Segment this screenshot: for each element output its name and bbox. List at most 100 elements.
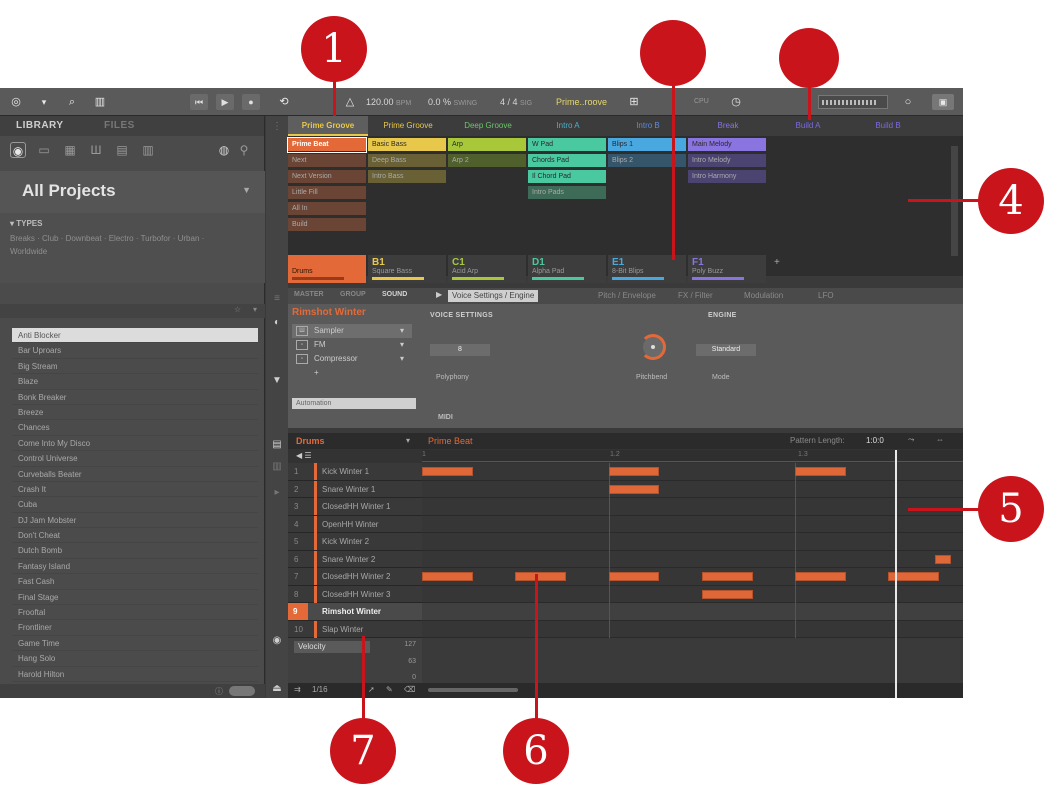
step-grid[interactable] xyxy=(422,463,963,638)
note-event[interactable] xyxy=(608,467,660,476)
project-list-item[interactable]: Fast Cash xyxy=(12,574,258,590)
note-event[interactable] xyxy=(422,572,473,581)
instrument-filter-icon[interactable]: Ш xyxy=(88,142,104,158)
project-list-item[interactable]: Come Into My Disco xyxy=(12,436,258,452)
effect-filter-icon[interactable]: ▤ xyxy=(114,142,130,158)
project-list-item[interactable]: Game Time xyxy=(12,636,258,652)
settings-icon[interactable]: ○ xyxy=(900,94,916,110)
sampling-icon[interactable]: ▥ xyxy=(270,460,284,474)
pattern-clip[interactable]: Main Melody xyxy=(688,138,766,152)
pattern-clip[interactable]: All In xyxy=(288,202,366,216)
keyboard-view-icon[interactable]: ▣ xyxy=(932,94,954,110)
keyboard-mode-icon[interactable]: ▸ xyxy=(270,486,284,500)
pattern-clip[interactable]: Intro Bass xyxy=(368,170,446,184)
scene-slot[interactable]: Intro A xyxy=(528,116,608,136)
project-list-item[interactable]: DJ Jam Mobster xyxy=(12,513,258,529)
play-button[interactable]: ▶ xyxy=(216,94,234,110)
project-list-item[interactable]: Fantasy Island xyxy=(12,559,258,575)
sound-slot[interactable]: 7 ClosedHH Winter 2 xyxy=(288,568,422,586)
project-list-item[interactable]: Big Stream xyxy=(12,359,258,375)
plugin-strip-icon[interactable]: ≡ xyxy=(270,292,284,306)
project-list-item[interactable]: Control Universe xyxy=(12,451,258,467)
metronome-icon[interactable]: △ xyxy=(342,94,358,110)
sound-filter-icon[interactable]: ▦ xyxy=(62,142,78,158)
sound-slot[interactable]: 10 Slap Winter xyxy=(288,620,422,638)
project-list-item[interactable]: Harold Hilton xyxy=(12,667,258,682)
velocity-lane-icon[interactable]: ◉ xyxy=(270,634,284,648)
collapse-icon[interactable]: ⏏ xyxy=(270,682,284,696)
swing-value[interactable]: 0.0 % SWING xyxy=(428,94,477,110)
chevron-down-icon[interactable]: ▾ xyxy=(36,94,52,110)
tab-library[interactable]: LIBRARY xyxy=(16,120,64,131)
sound-slot[interactable]: 1 Kick Winter 1 xyxy=(288,463,422,481)
note-event[interactable] xyxy=(935,554,952,564)
project-list-item[interactable]: Dutch Bomb xyxy=(12,543,258,559)
pattern-clip[interactable]: Next Version xyxy=(288,170,366,184)
signature-value[interactable]: 4 / 4 SIG xyxy=(500,94,532,110)
project-list-item[interactable]: Don't Cheat xyxy=(12,528,258,544)
project-list-item[interactable]: Cuba xyxy=(12,497,258,513)
project-list-item[interactable]: Anti Blocker xyxy=(12,328,258,344)
draw-tool-icon[interactable]: ✎ xyxy=(386,685,393,694)
sound-slot[interactable]: 2 Snare Winter 1 xyxy=(288,480,422,498)
note-event[interactable] xyxy=(795,467,846,476)
group-slot[interactable]: C1 Acid Arp xyxy=(448,255,526,283)
sound-slot[interactable]: 5 Kick Winter 2 xyxy=(288,533,422,551)
project-list-item[interactable]: Frontliner xyxy=(12,620,258,636)
scene-slot[interactable]: Break xyxy=(688,116,768,136)
sound-slot[interactable]: 6 Snare Winter 2 xyxy=(288,550,422,568)
group-slot[interactable]: B1 Square Bass xyxy=(368,255,446,283)
pattern-clip[interactable]: Basic Bass xyxy=(368,138,446,152)
content-type-selector[interactable]: All Projects ▼ xyxy=(0,171,265,213)
pitchbend-knob[interactable] xyxy=(640,334,666,360)
loop-icon[interactable]: ⟲ xyxy=(276,94,292,110)
velocity-selector[interactable]: Velocity xyxy=(294,641,370,653)
user-icon[interactable]: ⚲ xyxy=(236,142,252,158)
note-event[interactable] xyxy=(608,572,660,581)
pattern-clip[interactable]: Arp 2 xyxy=(448,154,526,168)
mixer-icon[interactable]: ▥ xyxy=(92,94,108,110)
info-icon[interactable]: ⓘ xyxy=(215,686,223,697)
sound-slot[interactable]: 8 ClosedHH Winter 3 xyxy=(288,585,422,603)
tab-master[interactable]: MASTER xyxy=(294,291,324,298)
automation-field[interactable]: Automation xyxy=(292,398,416,409)
plugin-slot[interactable]: ▫ Compressor ▾ xyxy=(292,352,412,366)
chevron-down-icon[interactable]: ▼ xyxy=(270,374,284,388)
grid-icon[interactable]: ⊞ xyxy=(626,94,642,110)
tab-pitch-envelope[interactable]: Pitch / Envelope xyxy=(594,290,660,302)
pattern-clip[interactable]: Arp xyxy=(448,138,526,152)
add-group-button[interactable]: + xyxy=(774,257,780,268)
group-slot[interactable]: A1 Drums xyxy=(288,255,366,283)
group-filter-icon[interactable]: ▭ xyxy=(36,142,52,158)
pattern-length-value[interactable]: 1:0:0 xyxy=(866,436,884,445)
pattern-clip[interactable]: Intro Melody xyxy=(688,154,766,168)
note-event[interactable] xyxy=(701,572,753,581)
pattern-clip[interactable]: Chords Pad xyxy=(528,154,606,168)
polyphony-control[interactable]: 8 xyxy=(430,344,490,356)
types-tags[interactable]: Breaks · Club · Downbeat · Electro · Tur… xyxy=(10,232,240,258)
velocity-lane[interactable] xyxy=(422,638,963,683)
project-list-item[interactable]: Chances xyxy=(12,420,258,436)
scene-slot[interactable]: Prime Groove xyxy=(368,116,448,136)
channel-icon[interactable]: ◐ xyxy=(270,316,284,330)
tab-voice-settings[interactable]: Voice Settings / Engine xyxy=(448,290,539,302)
quantize-icon[interactable]: ⇉ xyxy=(294,685,301,694)
project-list-item[interactable]: Frooftal xyxy=(12,605,258,621)
restart-button[interactable]: ⏮ xyxy=(190,94,208,110)
project-list-item[interactable]: Blaze xyxy=(12,374,258,390)
sort-icon[interactable]: ▾ xyxy=(253,305,257,314)
tab-modulation[interactable]: Modulation xyxy=(740,290,787,302)
project-list-item[interactable]: Bonk Breaker xyxy=(12,390,258,405)
horizontal-scrollbar[interactable] xyxy=(428,688,518,692)
sample-filter-icon[interactable]: ▥ xyxy=(140,142,156,158)
scene-slot[interactable]: Intro B xyxy=(608,116,688,136)
pattern-clip[interactable]: Prime Beat xyxy=(287,137,367,153)
prehear-toggle[interactable] xyxy=(229,686,255,696)
note-event[interactable] xyxy=(608,484,660,494)
pattern-clip[interactable]: Il Chord Pad xyxy=(528,170,606,184)
project-list-item[interactable]: Bar Uproars xyxy=(12,343,258,359)
scene-slot[interactable]: Deep Groove xyxy=(448,116,528,136)
group-slot[interactable]: F1 Poly Buzz xyxy=(688,255,766,283)
scene-slot[interactable]: Build B xyxy=(848,116,928,136)
maschine-logo-icon[interactable]: ◎ xyxy=(8,94,24,110)
